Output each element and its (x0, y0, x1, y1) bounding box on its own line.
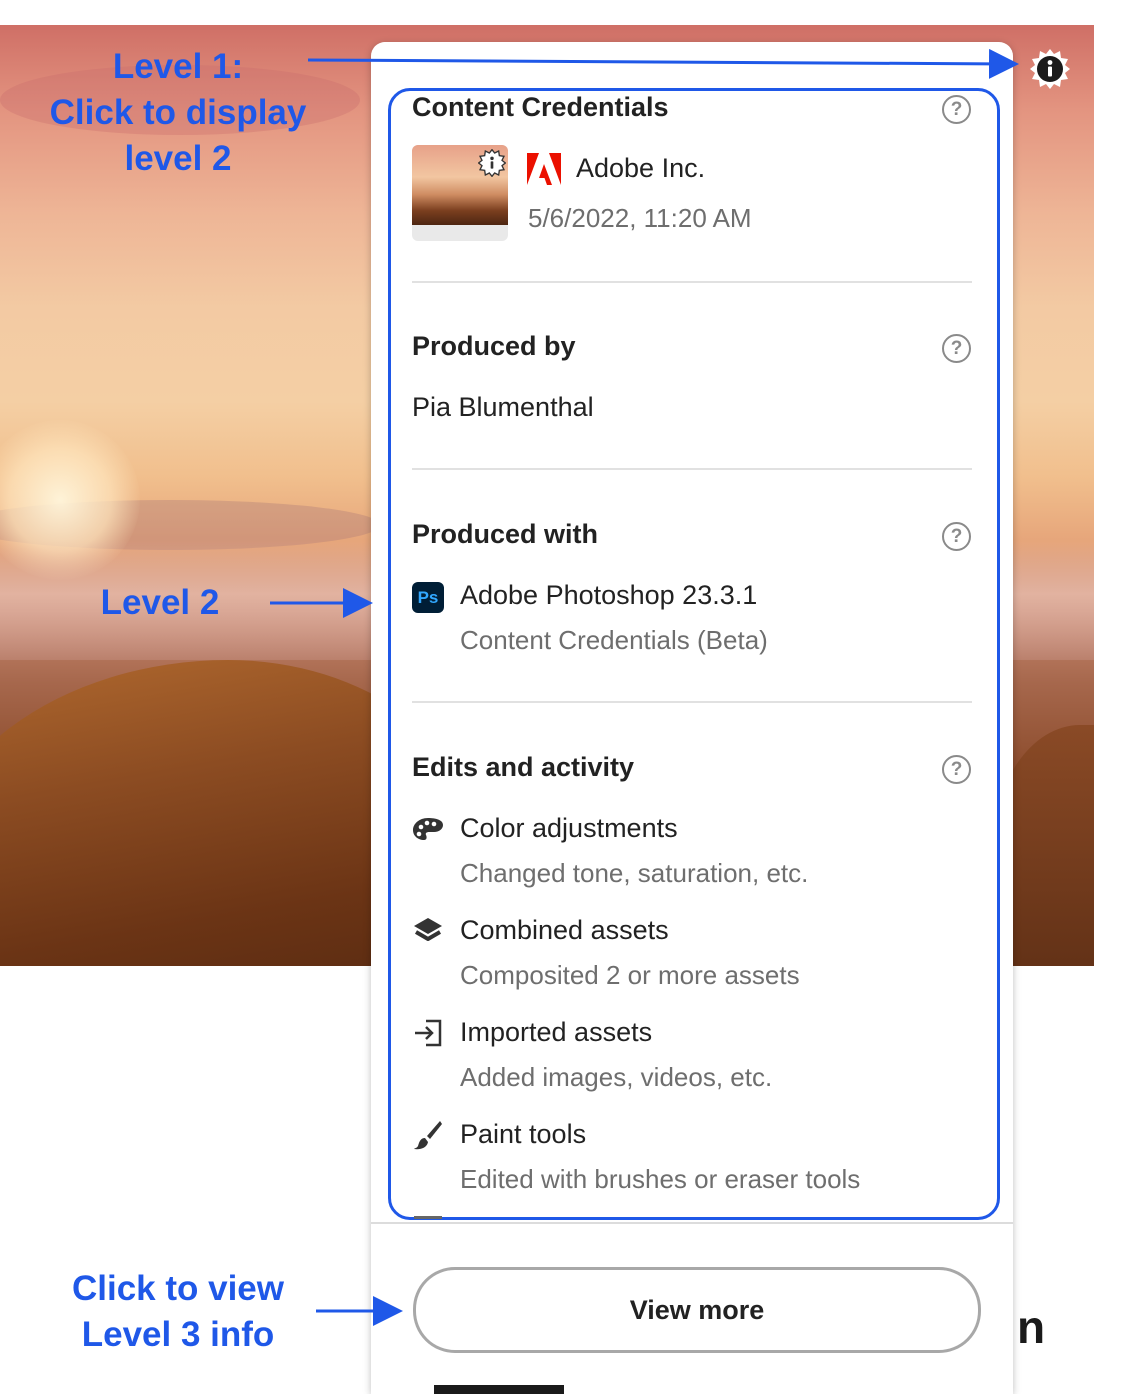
page-heading-fragment: n (1017, 1301, 1046, 1353)
level-2-annotation: Level 2 (100, 583, 220, 622)
content-credentials-badge-icon[interactable] (1029, 48, 1071, 90)
panel-footer-divider (371, 1222, 1013, 1224)
level-2-highlight-frame (388, 88, 1000, 1220)
level-1-annotation: Level 1: Click to display level 2 (49, 47, 307, 178)
view-more-button[interactable]: View more (413, 1267, 981, 1353)
page-text-fragment (434, 1385, 564, 1394)
level-3-annotation: Click to view Level 3 info (71, 1269, 285, 1354)
